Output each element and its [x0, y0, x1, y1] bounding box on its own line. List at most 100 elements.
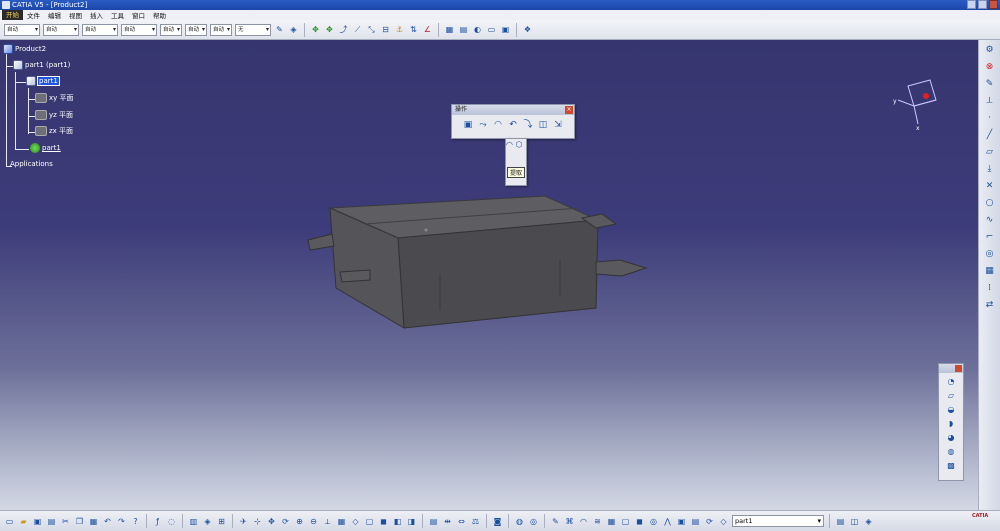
menu-window[interactable]: 窗口: [128, 10, 149, 20]
front-view-icon[interactable]: ▢: [364, 516, 375, 527]
sweep-icon[interactable]: ◗: [946, 418, 957, 429]
move-icon[interactable]: ✥: [324, 24, 335, 35]
close-icon[interactable]: [955, 365, 962, 372]
grid-icon[interactable]: ▦: [984, 265, 996, 277]
maximize-button[interactable]: [978, 0, 987, 9]
fillet-icon[interactable]: ↶: [507, 119, 519, 131]
thickness-icon[interactable]: ▤: [690, 516, 701, 527]
split-icon[interactable]: ⤵: [522, 119, 534, 131]
trim-icon[interactable]: ◫: [537, 119, 549, 131]
shell-icon[interactable]: ▣: [676, 516, 687, 527]
point-type-combo[interactable]: 自动: [160, 23, 182, 36]
point-icon[interactable]: ·: [984, 112, 996, 124]
measure-between-icon[interactable]: ⇹: [442, 516, 453, 527]
layer-icon[interactable]: ▥: [188, 516, 199, 527]
options-icon[interactable]: ◈: [863, 516, 874, 527]
normal-view-icon[interactable]: ⟂: [322, 516, 333, 527]
plane-tool-icon[interactable]: ▱: [984, 146, 996, 158]
formula-icon[interactable]: ƒ: [152, 516, 163, 527]
tree-node-zx-plane[interactable]: zx 平面: [35, 126, 73, 136]
cut-icon[interactable]: ✂: [60, 516, 71, 527]
measure-item-icon[interactable]: ⇔: [456, 516, 467, 527]
scan-icon[interactable]: ◇: [718, 516, 729, 527]
menu-tools[interactable]: 工具: [107, 10, 128, 20]
line-type-combo[interactable]: 自动: [121, 23, 157, 36]
offset-surface-icon[interactable]: ≋: [592, 516, 603, 527]
layer-combo[interactable]: 无: [235, 23, 271, 36]
transparency-combo[interactable]: 自动: [43, 23, 79, 36]
analysis-tool-icon[interactable]: ▤: [428, 516, 439, 527]
angle-icon[interactable]: ∠: [422, 24, 433, 35]
line-icon[interactable]: ╱: [984, 129, 996, 141]
grid-tool-icon[interactable]: ▦: [606, 516, 617, 527]
filter-icon[interactable]: ⊞: [216, 516, 227, 527]
menu-file[interactable]: 文件: [23, 10, 44, 20]
document-icon[interactable]: ▭: [486, 24, 497, 35]
tree-node-body[interactable]: part1: [30, 143, 61, 153]
fill-icon[interactable]: ◕: [946, 432, 957, 443]
paste-icon[interactable]: ▦: [88, 516, 99, 527]
projection-icon[interactable]: ⤓: [984, 163, 996, 175]
extrude-icon[interactable]: ▱: [946, 390, 957, 401]
constraint-icon[interactable]: ⤡: [366, 24, 377, 35]
swap-visible-icon[interactable]: ◨: [406, 516, 417, 527]
compass-icon[interactable]: y x: [888, 76, 948, 136]
catalog-icon[interactable]: ▦: [444, 24, 455, 35]
intersection-icon[interactable]: ✕: [984, 180, 996, 192]
helix-icon[interactable]: ◎: [984, 248, 996, 260]
undo-icon[interactable]: ↶: [102, 516, 113, 527]
corner-icon[interactable]: ⌐: [984, 231, 996, 243]
wireframe-icon[interactable]: ⌘: [564, 516, 575, 527]
shading-icon[interactable]: ◼: [378, 516, 389, 527]
multi-section-icon[interactable]: ◍: [946, 446, 957, 457]
new-file-icon[interactable]: ▭: [4, 516, 15, 527]
stop-icon[interactable]: ⊗: [984, 61, 996, 73]
open-folder-icon[interactable]: ▰: [18, 516, 29, 527]
print-icon[interactable]: ▤: [46, 516, 57, 527]
start-menu[interactable]: 开始: [2, 10, 23, 20]
menu-help[interactable]: 帮助: [149, 10, 170, 20]
transform-icon[interactable]: ⇲: [552, 119, 564, 131]
update-icon[interactable]: ⟳: [704, 516, 715, 527]
box-icon[interactable]: ▢: [620, 516, 631, 527]
tree-node-xy-plane[interactable]: xy 平面: [35, 93, 74, 103]
clipboard-icon[interactable]: ▣: [500, 24, 511, 35]
surface-icon[interactable]: ◠: [578, 516, 589, 527]
camera-icon[interactable]: ◙: [492, 516, 503, 527]
style-combo[interactable]: 自动: [210, 23, 232, 36]
snap-icon[interactable]: ⤴: [338, 24, 349, 35]
symmetry-icon[interactable]: ⇄: [984, 299, 996, 311]
menu-insert[interactable]: 插入: [86, 10, 107, 20]
heal-icon[interactable]: ⤳: [477, 119, 489, 131]
3d-part-model[interactable]: [300, 190, 660, 350]
measure-icon[interactable]: ⟋: [352, 24, 363, 35]
draft-icon[interactable]: ⋀: [662, 516, 673, 527]
tree-node-yz-plane[interactable]: yz 平面: [35, 110, 73, 120]
table-view-icon[interactable]: ▤: [835, 516, 846, 527]
iso-view-icon[interactable]: ◇: [350, 516, 361, 527]
part-selector[interactable]: part1: [732, 515, 824, 527]
zoom-in-icon[interactable]: ⊕: [294, 516, 305, 527]
apply-material-icon[interactable]: ◎: [528, 516, 539, 527]
copy-icon[interactable]: ❐: [74, 516, 85, 527]
extract-cube-icon[interactable]: ⬡: [516, 140, 523, 149]
analysis-icon[interactable]: ◐: [472, 24, 483, 35]
tree-node-part-instance[interactable]: part1 (part1): [13, 60, 70, 70]
pan-icon[interactable]: ✥: [310, 24, 321, 35]
split-view-icon[interactable]: ◫: [849, 516, 860, 527]
spline-icon[interactable]: ∿: [984, 214, 996, 226]
axis-icon[interactable]: ⟂: [984, 95, 996, 107]
rotate-icon[interactable]: ⟳: [280, 516, 291, 527]
close-icon[interactable]: ×: [565, 106, 573, 114]
hole-icon[interactable]: ◎: [648, 516, 659, 527]
tree-node-part[interactable]: part1: [26, 76, 60, 86]
comment-icon[interactable]: ◌: [166, 516, 177, 527]
fix-icon[interactable]: ⚓: [394, 24, 405, 35]
pattern-icon[interactable]: ⁞: [984, 282, 996, 294]
paint-brush-icon[interactable]: ✎: [274, 24, 285, 35]
extract-icon[interactable]: ◠: [492, 119, 504, 131]
close-button[interactable]: [989, 0, 998, 9]
fly-icon[interactable]: ✈: [238, 516, 249, 527]
offset-icon[interactable]: ⇅: [408, 24, 419, 35]
blend-icon[interactable]: ▩: [946, 460, 957, 471]
